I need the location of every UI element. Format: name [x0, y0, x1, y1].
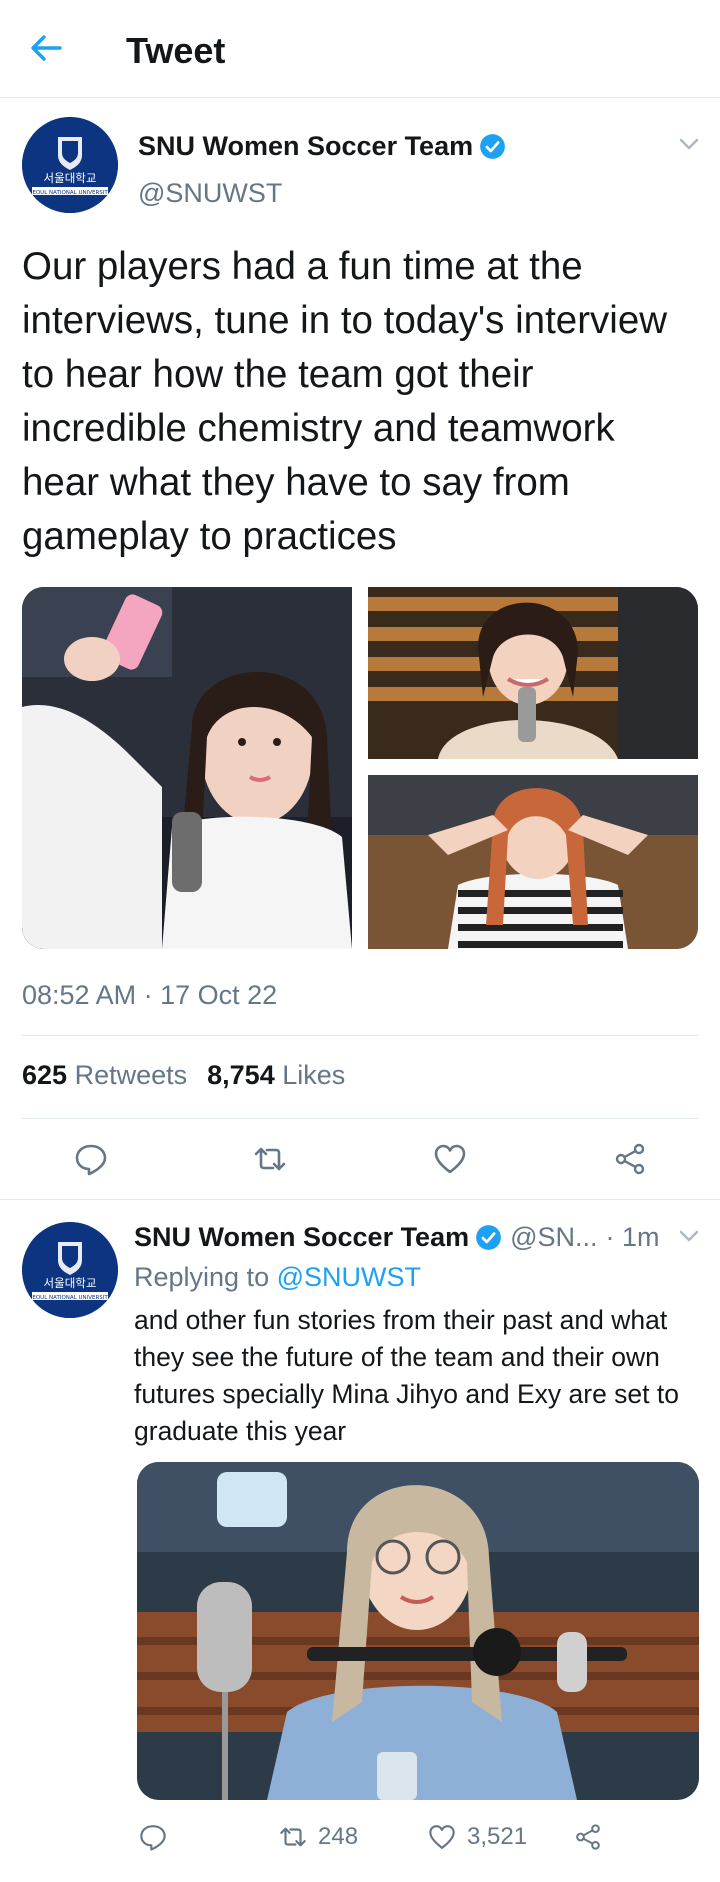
- reply-author-name[interactable]: SNU Women Soccer Team: [134, 1222, 469, 1253]
- reply-share-button[interactable]: [573, 1822, 603, 1852]
- reply-retweet-button[interactable]: 248: [278, 1822, 358, 1852]
- arrow-left-icon: [31, 35, 62, 61]
- photo-selfie[interactable]: [22, 587, 352, 949]
- reply-reply-button[interactable]: [138, 1822, 168, 1852]
- reply-time: · 1m: [605, 1222, 660, 1252]
- divider: [22, 1118, 698, 1119]
- reply-like-button[interactable]: 3,521: [427, 1822, 527, 1852]
- photo-microphone-smile[interactable]: [368, 587, 698, 759]
- verified-badge-icon: [476, 1225, 501, 1250]
- back-button[interactable]: [26, 28, 66, 68]
- chevron-down-icon[interactable]: [677, 1224, 701, 1248]
- top-bar: Tweet: [0, 0, 720, 98]
- photo-peace-sign[interactable]: [368, 775, 698, 949]
- reply-text: and other fun stories from their past an…: [134, 1305, 679, 1446]
- reply-author-row[interactable]: SNU Women Soccer Team @SN... · 1m: [134, 1222, 660, 1253]
- reply-icon: [140, 1825, 166, 1851]
- replying-to-mention[interactable]: @SNUWST: [277, 1262, 421, 1292]
- avatar[interactable]: 서울대학교 SEOUL NATIONAL UNIVERSITY: [22, 1222, 118, 1318]
- retweet-button[interactable]: [252, 1141, 288, 1177]
- divider: [22, 1035, 698, 1036]
- likes-stat[interactable]: 8,754 Likes: [207, 1060, 345, 1090]
- verified-badge-icon: [480, 134, 505, 159]
- svg-text:SEOUL NATIONAL UNIVERSITY: SEOUL NATIONAL UNIVERSITY: [29, 190, 112, 196]
- svg-text:SEOUL NATIONAL UNIVERSITY: SEOUL NATIONAL UNIVERSITY: [29, 1295, 112, 1301]
- tweet-text: Our players had a fun time at the interv…: [22, 245, 668, 558]
- tweet-stats: 625 Retweets 8,754 Likes: [22, 1060, 345, 1091]
- share-button[interactable]: [612, 1141, 648, 1177]
- author-name[interactable]: SNU Women Soccer Team: [138, 131, 473, 162]
- share-icon: [615, 1143, 645, 1175]
- retweet-icon: [280, 1827, 306, 1847]
- retweets-stat[interactable]: 625 Retweets: [22, 1060, 187, 1090]
- reply-photo[interactable]: [137, 1462, 699, 1800]
- chevron-down-icon[interactable]: [677, 132, 701, 156]
- like-count: 3,521: [467, 1823, 528, 1850]
- thread-separator: [0, 1199, 720, 1200]
- retweet-icon: [254, 1147, 286, 1171]
- author-handle[interactable]: @SNUWST: [138, 178, 282, 209]
- retweet-count: 248: [318, 1823, 359, 1850]
- like-icon: [429, 1825, 455, 1849]
- media-grid[interactable]: [22, 587, 698, 949]
- replying-to: Replying to @SNUWST: [134, 1262, 422, 1292]
- like-button[interactable]: [432, 1141, 468, 1177]
- svg-text:서울대학교: 서울대학교: [44, 171, 97, 185]
- author-name-row[interactable]: SNU Women Soccer Team: [138, 131, 506, 162]
- reply-button[interactable]: [73, 1141, 109, 1177]
- tweet-timestamp: 08:52 AM · 17 Oct 22: [22, 980, 278, 1010]
- avatar[interactable]: 서울대학교 SEOUL NATIONAL UNIVERSITY: [22, 117, 118, 213]
- svg-text:서울대학교: 서울대학교: [44, 1276, 97, 1290]
- reply-icon: [75, 1144, 107, 1176]
- page-title: Tweet: [126, 30, 226, 71]
- like-icon: [434, 1144, 466, 1174]
- share-icon: [576, 1824, 600, 1850]
- reply-author-handle[interactable]: @SN...: [510, 1222, 597, 1253]
